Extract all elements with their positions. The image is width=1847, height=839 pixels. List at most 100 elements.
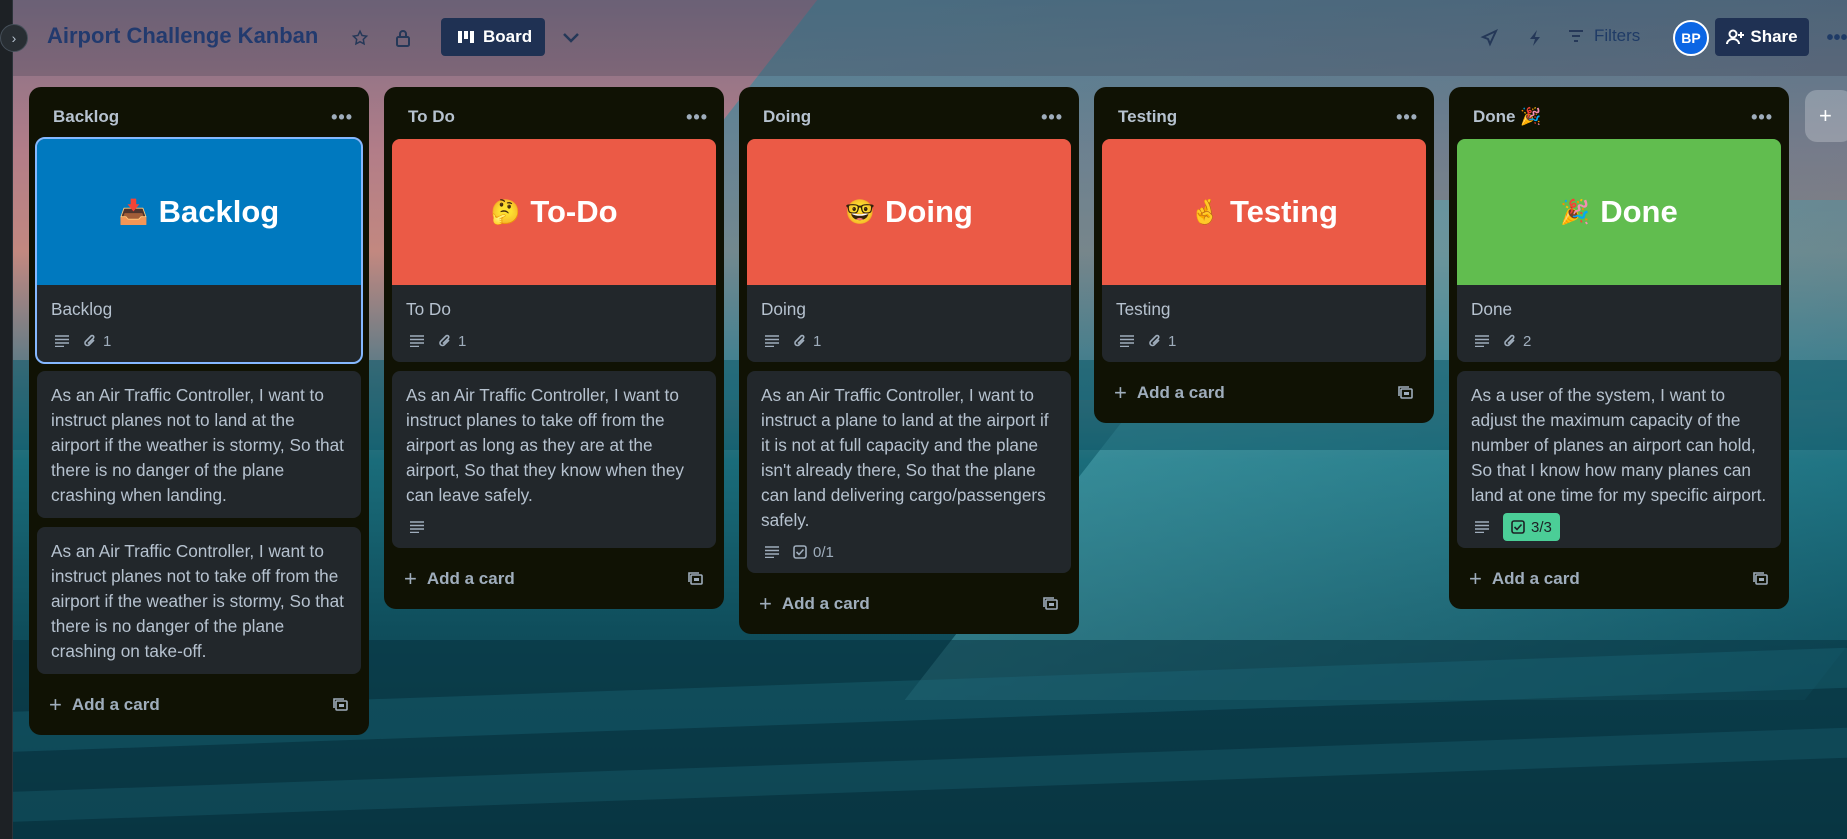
attachment-badge: 1	[438, 333, 466, 350]
add-card-button[interactable]: + Add a card	[404, 566, 515, 592]
star-icon[interactable]	[346, 24, 374, 52]
lock-icon[interactable]	[389, 24, 417, 52]
paperclip-icon	[439, 334, 450, 347]
rocket-icon[interactable]	[1475, 24, 1503, 52]
checkbox-icon	[793, 545, 807, 559]
chevron-right-icon: ›	[11, 30, 17, 46]
list-title[interactable]: To Do	[408, 107, 455, 127]
attachment-badge: 1	[1148, 333, 1176, 350]
card-title: Testing	[1116, 299, 1171, 319]
card-cover: 🎉 Done	[1457, 139, 1781, 285]
plus-icon: +	[759, 591, 772, 616]
share-button[interactable]: Share	[1715, 18, 1809, 56]
card-title: Done	[1471, 299, 1513, 319]
add-card-button[interactable]: + Add a card	[1469, 566, 1580, 592]
list-backlog: Backlog ••• 📥 Backlog Backlog 1 As an Ai…	[29, 87, 369, 735]
checkbox-icon	[1511, 520, 1525, 534]
card-title: To Do	[406, 299, 451, 319]
card[interactable]: As an Air Traffic Controller, I want to …	[747, 371, 1071, 573]
list-title[interactable]: Testing	[1118, 107, 1177, 127]
attachment-count: 1	[458, 332, 467, 350]
chevron-down-icon[interactable]	[557, 24, 585, 52]
card[interactable]: As an Air Traffic Controller, I want to …	[392, 371, 716, 548]
add-card-label: Add a card	[426, 569, 515, 588]
card[interactable]: As an Air Traffic Controller, I want to …	[37, 371, 361, 518]
board-view-icon	[457, 30, 475, 44]
list-menu-icon[interactable]: •••	[1751, 107, 1773, 128]
card-title: Backlog	[51, 299, 113, 319]
checklist-count: 0/1	[813, 543, 834, 561]
list-testing: Testing ••• 🤞 Testing Testing 1 + Add a …	[1094, 87, 1434, 423]
paperclip-icon	[1149, 334, 1160, 347]
plus-icon: +	[404, 566, 417, 591]
party-popper-emoji-icon: 🎉	[1560, 198, 1591, 226]
avatar[interactable]: BP	[1673, 20, 1709, 56]
card-doing-cover[interactable]: 🤓 Doing Doing 1	[747, 139, 1071, 362]
card-title: As an Air Traffic Controller, I want to …	[51, 385, 344, 505]
create-from-template-icon[interactable]	[333, 698, 349, 712]
add-card-button[interactable]: + Add a card	[1114, 380, 1225, 406]
board-view-button[interactable]: Board	[441, 18, 545, 56]
card-todo-cover[interactable]: 🤔 To-Do To Do 1	[392, 139, 716, 362]
cover-text: Done	[1600, 194, 1678, 229]
add-person-icon	[1726, 29, 1745, 45]
cover-text: Doing	[885, 194, 973, 229]
board-view-label: Board	[483, 27, 533, 46]
create-from-template-icon[interactable]	[1398, 386, 1414, 400]
description-icon	[765, 546, 779, 558]
card-title: As an Air Traffic Controller, I want to …	[51, 541, 344, 661]
list-menu-icon[interactable]: •••	[331, 107, 353, 128]
filters-label: Filters	[1594, 26, 1641, 45]
add-card-button[interactable]: + Add a card	[759, 591, 870, 617]
card-cover: 🤞 Testing	[1102, 139, 1426, 285]
cover-text: Backlog	[158, 194, 280, 229]
create-from-template-icon[interactable]	[688, 572, 704, 586]
board-title[interactable]: Airport Challenge Kanban	[47, 23, 318, 49]
attachment-badge: 1	[83, 333, 111, 350]
plus-icon: +	[49, 692, 62, 717]
add-card-label: Add a card	[1491, 569, 1580, 588]
card-title: Doing	[761, 299, 806, 319]
paperclip-icon	[1504, 334, 1515, 347]
paperclip-icon	[84, 334, 95, 347]
list-title[interactable]: Done 🎉	[1473, 107, 1541, 127]
card-title: As an Air Traffic Controller, I want to …	[406, 385, 685, 505]
list-menu-icon[interactable]: •••	[686, 107, 708, 128]
attachment-badge: 1	[793, 333, 821, 350]
card-backlog-cover[interactable]: 📥 Backlog Backlog 1	[35, 137, 363, 364]
attachment-count: 1	[1168, 332, 1177, 350]
card-testing-cover[interactable]: 🤞 Testing Testing 1	[1102, 139, 1426, 362]
add-card-button[interactable]: + Add a card	[49, 692, 160, 718]
workspace-sidebar-collapsed	[0, 0, 13, 839]
card-cover: 🤔 To-Do	[392, 139, 716, 285]
list-done: Done 🎉 ••• 🎉 Done Done 2 As a user of th…	[1449, 87, 1789, 609]
checklist-badge: 0/1	[793, 544, 834, 561]
list-title[interactable]: Backlog	[53, 107, 119, 127]
card-cover: 📥 Backlog	[37, 139, 361, 285]
card-cover: 🤓 Doing	[747, 139, 1071, 285]
list-title[interactable]: Doing	[763, 107, 811, 127]
card-done-cover[interactable]: 🎉 Done Done 2	[1457, 139, 1781, 362]
card[interactable]: As an Air Traffic Controller, I want to …	[37, 527, 361, 674]
cover-text: To-Do	[530, 194, 618, 229]
filters-button[interactable]: Filters	[1568, 26, 1640, 46]
add-list-button[interactable]: +	[1805, 90, 1847, 142]
add-card-label: Add a card	[781, 594, 870, 613]
create-from-template-icon[interactable]	[1043, 597, 1059, 611]
add-card-label: Add a card	[1136, 383, 1225, 402]
list-doing: Doing ••• 🤓 Doing Doing 1 As an Air Traf…	[739, 87, 1079, 634]
list-menu-icon[interactable]: •••	[1041, 107, 1063, 128]
paperclip-icon	[794, 334, 805, 347]
list-to-do: To Do ••• 🤔 To-Do To Do 1 As an Air Traf…	[384, 87, 724, 609]
more-icon[interactable]: •••	[1821, 22, 1847, 54]
description-icon	[1475, 335, 1489, 347]
card[interactable]: As a user of the system, I want to adjus…	[1457, 371, 1781, 548]
card-title: As a user of the system, I want to adjus…	[1471, 385, 1767, 505]
plus-icon: +	[1819, 103, 1832, 128]
filter-icon	[1568, 29, 1584, 43]
expand-sidebar-button[interactable]: ›	[0, 24, 28, 52]
automation-bolt-icon[interactable]	[1521, 24, 1549, 52]
list-menu-icon[interactable]: •••	[1396, 107, 1418, 128]
attachment-badge: 2	[1503, 333, 1531, 350]
create-from-template-icon[interactable]	[1753, 572, 1769, 586]
